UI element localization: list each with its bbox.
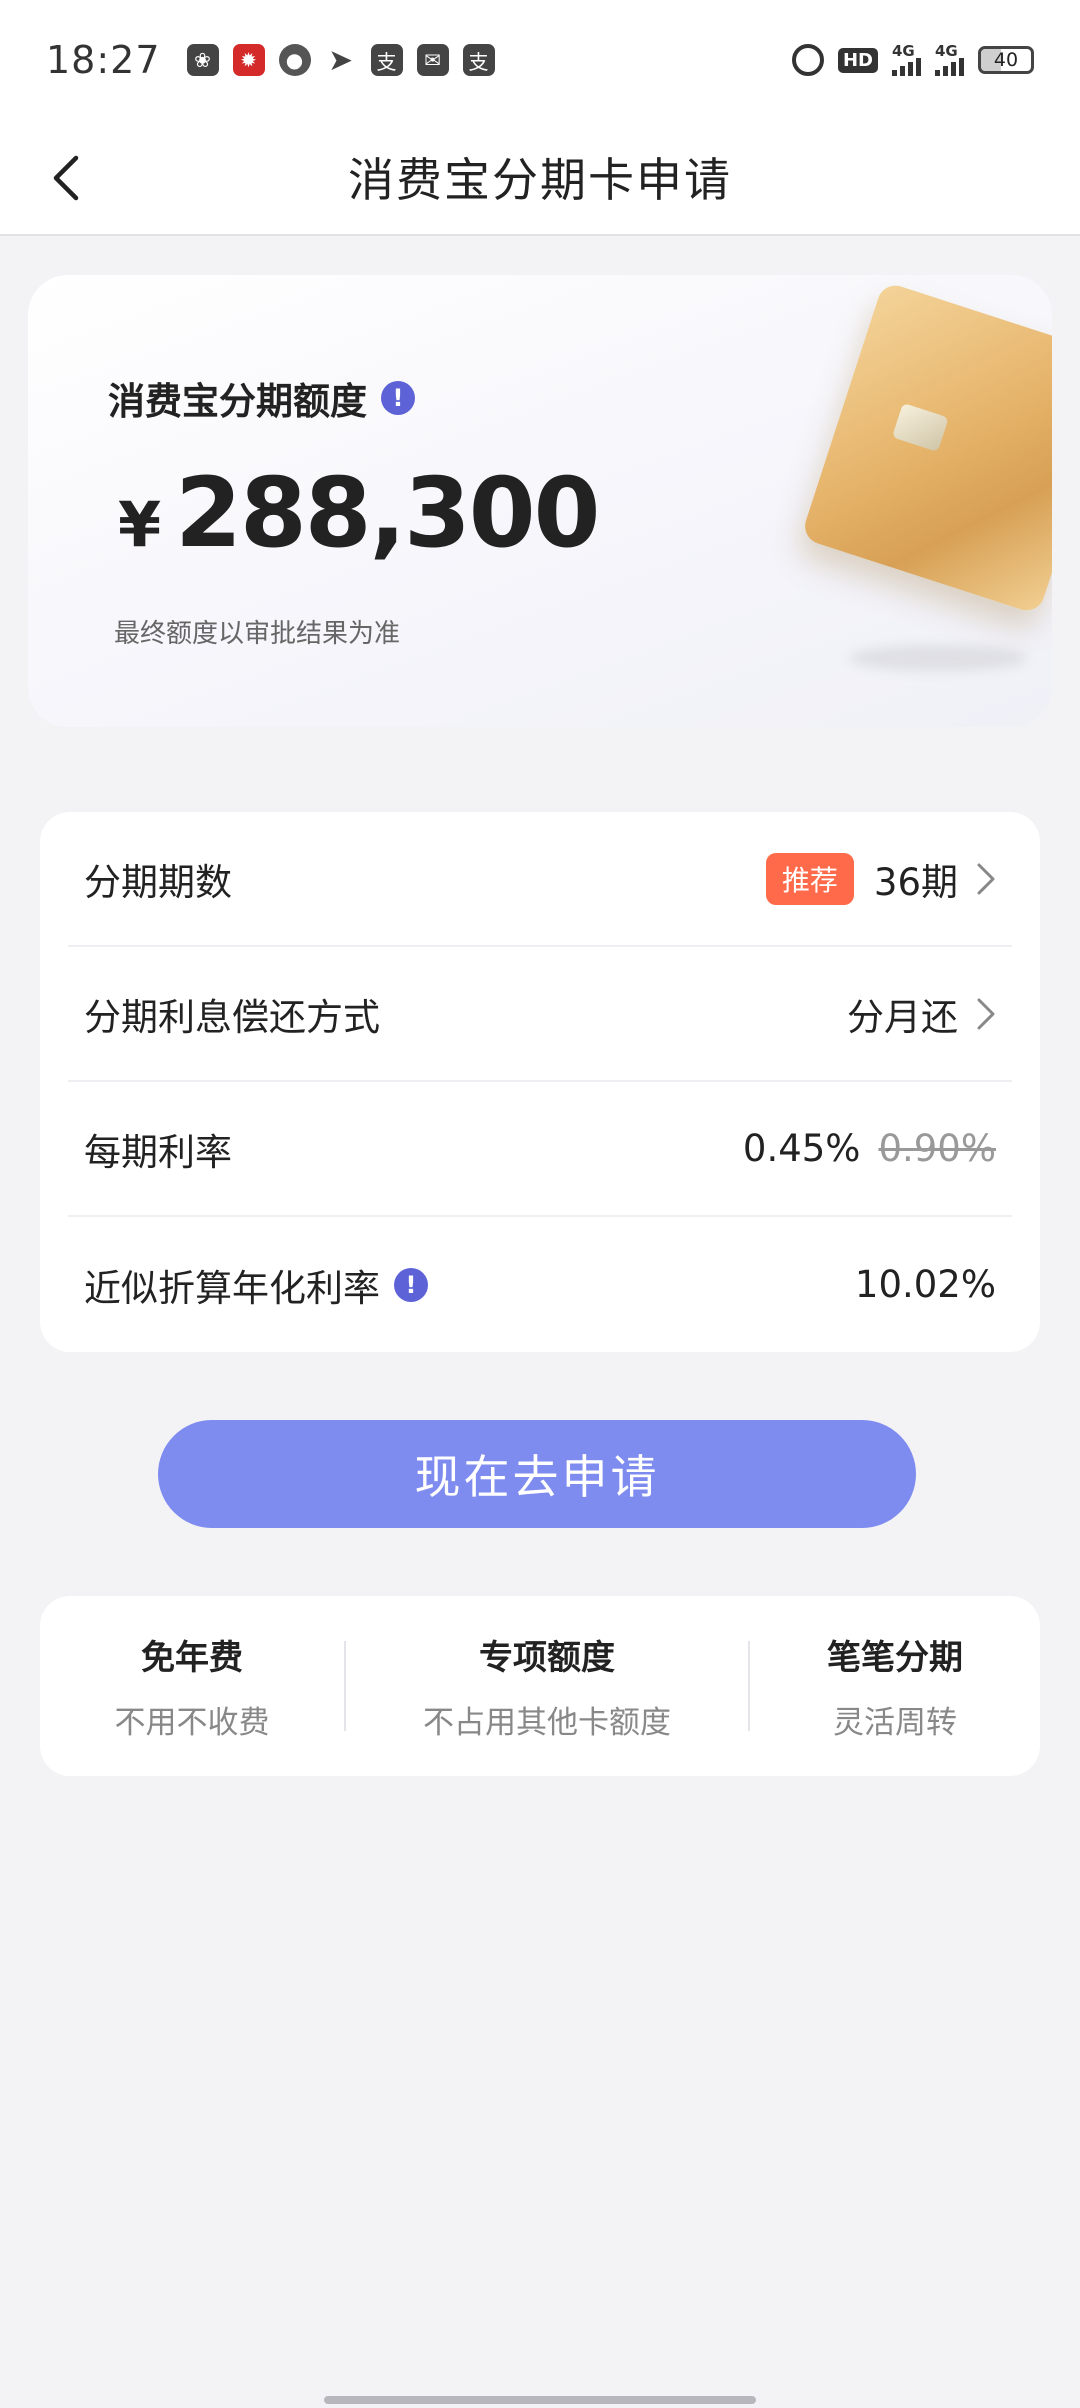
rate-row: 每期利率 0.45% 0.90%	[68, 1082, 1012, 1217]
alipay-icon: 支	[370, 44, 403, 76]
system-icons: HD 4G 4G 40	[791, 44, 1034, 76]
feature-item: 笔笔分期 灵活周转	[750, 1630, 1040, 1742]
feature-subtitle: 不占用其他卡额度	[423, 1705, 671, 1741]
feature-title: 专项额度	[479, 1638, 615, 1678]
card-shadow	[848, 645, 1028, 671]
card-chip-icon	[891, 402, 949, 452]
features-card: 免年费 不用不收费 专项额度 不占用其他卡额度 笔笔分期 灵活周转	[40, 1596, 1040, 1776]
currency-symbol: ¥	[118, 488, 162, 561]
nav-header: 消费宝分期卡申请	[0, 120, 1080, 236]
annual-rate-label: 近似折算年化利率 !	[84, 1258, 428, 1312]
limit-label-text: 消费宝分期额度	[108, 380, 367, 423]
page-title: 消费宝分期卡申请	[348, 153, 732, 207]
installments-value: 推荐 36期	[765, 852, 996, 906]
info-icon[interactable]: !	[394, 1267, 428, 1302]
feature-title: 笔笔分期	[827, 1638, 963, 1678]
rate-value: 0.45% 0.90%	[743, 1127, 996, 1170]
hd-icon: HD	[837, 47, 878, 73]
bird-icon: ➤	[327, 42, 354, 78]
chevron-right-icon	[976, 997, 996, 1031]
alipay-icon: 支	[462, 44, 495, 76]
installments-count: 36期	[873, 860, 958, 904]
annual-rate-row: 近似折算年化利率 ! 10.02%	[68, 1217, 1012, 1352]
rate-original: 0.90%	[878, 1127, 996, 1170]
status-bar: 18:27 ❀ ✹ ● ➤ 支 ✉ 支 HD 4G 4G 40	[0, 0, 1080, 120]
recommend-badge: 推荐	[765, 852, 854, 905]
battery-icon: 40	[978, 46, 1034, 74]
home-indicator[interactable]	[324, 2396, 756, 2404]
feature-title: 免年费	[141, 1638, 243, 1678]
repayment-label: 分期利息偿还方式	[84, 995, 380, 1039]
status-time: 18:27	[46, 38, 161, 82]
feature-item: 专项额度 不占用其他卡额度	[346, 1630, 748, 1742]
app-notification-icon: ❀	[186, 44, 219, 76]
app-notification-icon: ✹	[232, 44, 265, 76]
feature-subtitle: 灵活周转	[833, 1705, 957, 1741]
credit-card-image	[800, 280, 1052, 616]
limit-card: 消费宝分期额度 ! ¥ 288,300 最终额度以审批结果为准	[28, 275, 1052, 727]
repayment-value: 分月还	[847, 987, 996, 1041]
repayment-row[interactable]: 分期利息偿还方式 分月还	[68, 947, 1012, 1082]
feature-item: 免年费 不用不收费	[40, 1630, 344, 1742]
back-button[interactable]	[34, 146, 98, 210]
alarm-icon	[791, 44, 824, 76]
details-card: 分期期数 推荐 36期 分期利息偿还方式 分月还 每期利率 0.45% 0.90…	[40, 812, 1040, 1352]
notification-icons: ❀ ✹ ● ➤ 支 ✉ 支	[186, 42, 495, 78]
info-icon[interactable]: !	[381, 381, 415, 415]
apply-now-button[interactable]: 现在去申请	[158, 1420, 916, 1528]
limit-label: 消费宝分期额度 !	[108, 371, 415, 425]
repayment-method: 分月还	[847, 995, 958, 1039]
installments-label: 分期期数	[84, 860, 232, 904]
annual-rate-number: 10.02%	[854, 1263, 996, 1306]
installments-row[interactable]: 分期期数 推荐 36期	[68, 812, 1012, 947]
limit-note: 最终额度以审批结果为准	[114, 619, 401, 649]
limit-amount: ¥ 288,300	[118, 457, 600, 569]
rate-current: 0.45%	[742, 1127, 861, 1170]
amount-value: 288,300	[175, 457, 600, 569]
chevron-right-icon	[976, 862, 996, 896]
feature-subtitle: 不用不收费	[114, 1705, 270, 1741]
chevron-left-icon	[53, 155, 79, 201]
signal-icon: 4G	[935, 44, 964, 76]
message-icon: ●	[278, 44, 311, 76]
app-notification-icon: ✉	[416, 44, 449, 76]
annual-rate-label-text: 近似折算年化利率	[84, 1266, 380, 1310]
annual-rate-value: 10.02%	[855, 1263, 996, 1306]
signal-icon: 4G	[892, 44, 921, 76]
rate-label: 每期利率	[84, 1130, 232, 1174]
